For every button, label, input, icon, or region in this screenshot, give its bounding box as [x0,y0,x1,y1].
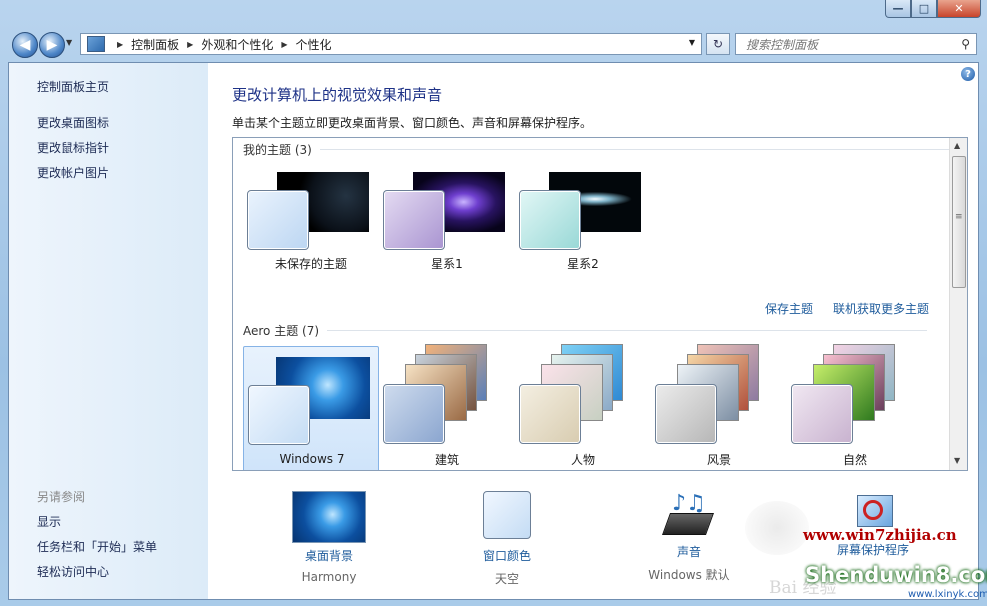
theme-label: 风景 [706,453,731,467]
aero-themes-header: Aero 主题 (7) [243,322,928,339]
sidebar: 控制面板主页 更改桌面图标 更改鼠标指针 更改帐户图片 另请参阅 显示 任务栏和… [9,63,208,599]
recent-pages-dropdown[interactable]: ▼ [66,38,72,47]
breadcrumb-separator-icon[interactable]: ▶ [117,40,123,49]
refresh-icon: ↻ [712,37,724,51]
watermark-logo: Shenduwin8.com [805,563,987,587]
refresh-button[interactable]: ↻ [706,33,730,55]
save-theme-link[interactable]: 保存主题 [765,300,813,317]
option-label: 声音 [676,545,701,559]
help-icon[interactable]: ? [961,67,975,81]
see-also-taskbar-link[interactable]: 任务栏和「开始」菜单 [37,538,157,555]
sidebar-home-link[interactable]: 控制面板主页 [37,78,109,95]
watermark-url: www.win7zhijia.cn [803,526,957,544]
theme-color-swatch [655,384,717,444]
theme-color-swatch [383,190,445,250]
theme-color-swatch [383,384,445,444]
search-icon[interactable]: ⚲ [961,37,970,51]
control-panel-icon [87,36,105,52]
address-dropdown-icon[interactable]: ▼ [689,38,695,47]
theme-label: 自然 [842,453,867,467]
forward-arrow-icon: ▶ [46,37,58,53]
breadcrumb-personalization[interactable]: 个性化 [296,36,332,53]
theme-list-scrollbar[interactable]: ▲ ≡ ▼ [949,138,967,470]
theme-list[interactable]: 我的主题 (3) 未保存的主题 星系1 星系2 保存主题 联机获取更多主题 Ae… [232,137,968,471]
sounds-option[interactable]: ♪♫ 声音 Windows 默认 [629,491,749,583]
scrollbar-grip-icon: ≡ [955,212,963,222]
sidebar-link-account-picture[interactable]: 更改帐户图片 [37,164,109,181]
theme-color-swatch [519,384,581,444]
theme-label: 建筑 [434,453,459,467]
option-label: 窗口颜色 [482,549,531,563]
page-subtitle: 单击某个主题立即更改桌面背景、窗口颜色、声音和屏幕保护程序。 [232,116,593,130]
aero-themes-label: Aero 主题 (7) [243,324,320,338]
theme-label: 星系1 [431,257,463,271]
theme-color-swatch [248,385,310,445]
theme-unsaved[interactable]: 未保存的主题 [243,162,379,288]
breadcrumb-separator-icon[interactable]: ▶ [281,40,287,49]
theme-color-swatch [247,190,309,250]
see-also-ease-of-access-link[interactable]: 轻松访问中心 [37,563,109,580]
window-color-swatch [483,491,531,539]
window-frame: — □ ✕ ◀ ▶ ▼ ▶ 控制面板 ▶ 外观和个性化 ▶ 个性化 ▼ ↻ ⚲ … [0,0,987,606]
see-also-display-link[interactable]: 显示 [37,513,61,530]
scroll-up-arrow-icon[interactable]: ▲ [954,141,960,150]
sounds-icon: ♪♫ [661,491,715,539]
search-input[interactable] [744,35,948,55]
watermark-paw [745,501,809,555]
theme-galaxy-2[interactable]: 星系2 [515,162,651,288]
scroll-down-arrow-icon[interactable]: ▼ [954,456,960,465]
search-box[interactable]: ⚲ [735,33,977,55]
theme-landscapes[interactable]: 风景 [651,344,787,470]
sidebar-link-mouse-pointers[interactable]: 更改鼠标指针 [37,139,109,156]
theme-windows-7[interactable]: Windows 7 [243,346,379,470]
minimize-button[interactable]: — [885,0,911,18]
option-value: Harmony [301,570,357,584]
forward-button[interactable]: ▶ [39,32,65,58]
theme-nature[interactable]: 自然 [787,344,923,470]
desktop-background-option[interactable]: 桌面背景 Harmony [269,491,389,584]
theme-galaxy-1[interactable]: 星系1 [379,162,515,288]
breadcrumb: ▶ 控制面板 ▶ 外观和个性化 ▶ 个性化 [109,36,332,53]
breadcrumb-control-panel[interactable]: 控制面板 [131,36,179,53]
close-button[interactable]: ✕ [937,0,981,18]
option-value: Windows 默认 [648,568,730,582]
maximize-button[interactable]: □ [911,0,937,18]
window-color-option[interactable]: 窗口颜色 天空 [447,491,567,587]
desktop-background-thumbnail [292,491,366,543]
my-themes-label: 我的主题 (3) [243,143,312,157]
my-themes-header: 我的主题 (3) [243,141,950,158]
theme-label: 未保存的主题 [274,257,347,271]
theme-label: Windows 7 [279,452,345,466]
theme-characters[interactable]: 人物 [515,344,651,470]
content-area: 控制面板主页 更改桌面图标 更改鼠标指针 更改帐户图片 另请参阅 显示 任务栏和… [8,62,987,600]
main-panel: ? 更改计算机上的视觉效果和声音 单击某个主题立即更改桌面背景、窗口颜色、声音和… [209,63,987,600]
address-bar[interactable]: ▶ 控制面板 ▶ 外观和个性化 ▶ 个性化 ▼ [80,33,702,55]
sidebar-link-desktop-icons[interactable]: 更改桌面图标 [37,114,109,131]
theme-color-swatch [519,190,581,250]
breadcrumb-separator-icon[interactable]: ▶ [187,40,193,49]
see-also-heading: 另请参阅 [37,490,86,504]
theme-label: 星系2 [567,257,599,271]
get-more-themes-link[interactable]: 联机获取更多主题 [833,300,929,317]
window-controls: — □ ✕ [885,0,981,19]
option-label: 桌面背景 [304,549,353,563]
navigation-bar: ◀ ▶ ▼ ▶ 控制面板 ▶ 外观和个性化 ▶ 个性化 ▼ ↻ ⚲ [0,28,987,60]
scrollbar-thumb[interactable]: ≡ [952,156,966,288]
page-title: 更改计算机上的视觉效果和声音 [232,86,443,104]
theme-label: 人物 [570,453,595,467]
back-button[interactable]: ◀ [12,32,38,58]
option-value: 天空 [494,572,519,586]
back-arrow-icon: ◀ [19,37,31,53]
watermark-url-small: www.lxinyk.com [908,589,987,600]
breadcrumb-appearance[interactable]: 外观和个性化 [201,36,273,53]
theme-color-swatch [791,384,853,444]
theme-architecture[interactable]: 建筑 [379,344,515,470]
